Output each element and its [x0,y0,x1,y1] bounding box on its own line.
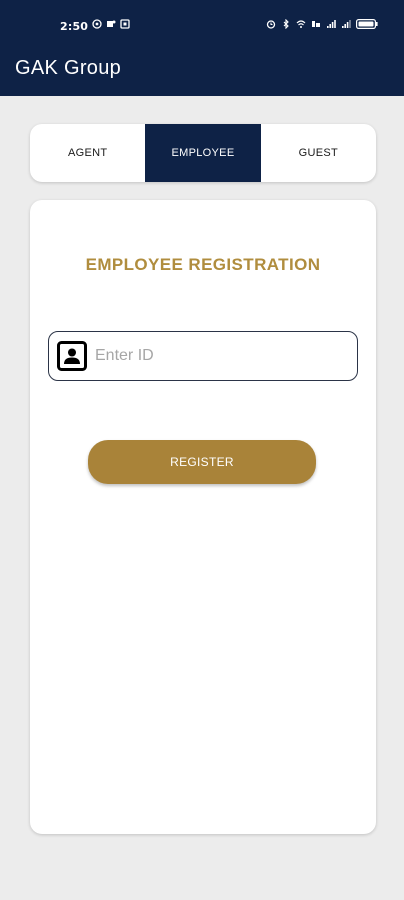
status-time: 2:50 [60,20,89,33]
app-bar: GAK Group [0,42,404,96]
signal-icon [327,20,336,28]
tab-employee[interactable]: EMPLOYEE [145,124,261,182]
registration-type-tabs: AGENT EMPLOYEE GUEST [30,124,376,182]
tab-agent[interactable]: AGENT [30,124,145,182]
status-notification-icons [92,19,130,29]
notification-icon [120,19,130,29]
id-input[interactable] [95,341,345,371]
status-system-icons [266,19,378,29]
contact-card-icon [57,341,87,371]
signal-icon [342,20,351,28]
app-title: GAK Group [15,57,122,79]
whatsapp-icon [92,19,102,29]
id-field[interactable] [48,331,358,381]
form-title: EMPLOYEE REGISTRATION [85,255,321,274]
teams-icon [107,20,116,27]
wifi-icon [296,20,306,28]
bluetooth-icon [283,19,289,29]
status-bar: 2:50 [0,0,404,42]
volte-icon [312,21,320,27]
alarm-icon [266,20,276,29]
registration-card: EMPLOYEE REGISTRATION REGISTER [30,200,376,834]
tab-guest[interactable]: GUEST [261,124,376,182]
register-button[interactable]: REGISTER [88,440,316,484]
battery-icon [356,19,378,29]
